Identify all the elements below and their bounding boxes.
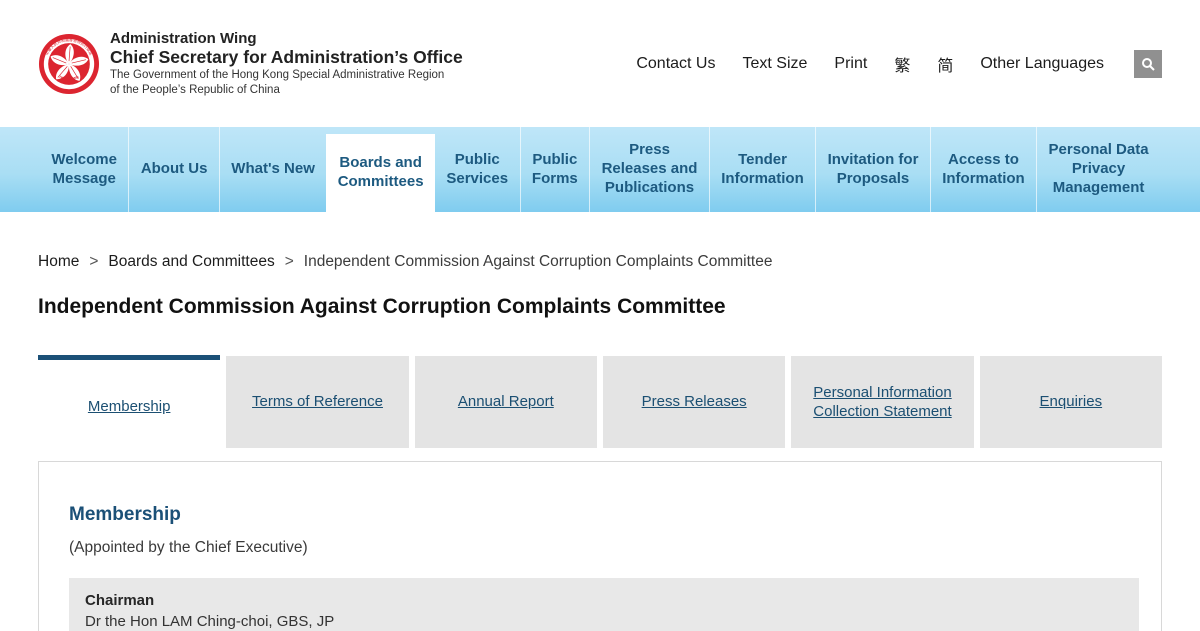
tab-personal-information-collection-statement[interactable]: Personal Information Collection Statemen… bbox=[791, 356, 973, 448]
nav-item-public-services[interactable]: Public Services bbox=[435, 127, 520, 212]
text-size-link[interactable]: Text Size bbox=[742, 55, 807, 73]
nav-item-tender-information[interactable]: Tender Information bbox=[709, 127, 815, 212]
membership-heading: Membership bbox=[69, 504, 1139, 526]
utility-nav: Contact Us Text Size Print 繁 简 Other Lan… bbox=[636, 50, 1162, 78]
role-name: Dr the Hon LAM Ching-choi, GBS, JP bbox=[85, 611, 1123, 631]
brand-department: Administration Wing bbox=[110, 30, 463, 47]
site-brand: Administration Wing Chief Secretary for … bbox=[110, 30, 463, 97]
tab-enquiries[interactable]: Enquiries bbox=[980, 356, 1162, 448]
tab-terms-of-reference-link[interactable]: Terms of Reference bbox=[252, 392, 383, 412]
brand-office: Chief Secretary for Administration’s Off… bbox=[110, 47, 463, 68]
other-languages-link[interactable]: Other Languages bbox=[980, 55, 1104, 73]
lang-traditional-chinese-link[interactable]: 繁 bbox=[894, 52, 910, 76]
role-title: Chairman bbox=[85, 590, 1123, 611]
tab-membership[interactable]: Membership bbox=[38, 355, 220, 453]
tab-annual-report-link[interactable]: Annual Report bbox=[458, 392, 554, 412]
section-tabs: Membership Terms of Reference Annual Rep… bbox=[38, 356, 1162, 453]
nav-item-welcome-message[interactable]: Welcome Message bbox=[40, 127, 128, 212]
print-link[interactable]: Print bbox=[834, 55, 867, 73]
search-button[interactable] bbox=[1134, 50, 1162, 78]
breadcrumb-current-page: Independent Commission Against Corruptio… bbox=[304, 253, 773, 271]
lang-simplified-chinese-link[interactable]: 简 bbox=[937, 52, 953, 76]
search-icon bbox=[1141, 57, 1155, 71]
main-navigation: Welcome Message About Us What's New Boar… bbox=[0, 127, 1200, 212]
contact-us-link[interactable]: Contact Us bbox=[636, 55, 715, 73]
brand-government-line1: The Government of the Hong Kong Special … bbox=[110, 68, 463, 82]
hksar-emblem-logo[interactable]: 中華人民共和國香港特別行政區 HONG KONG bbox=[38, 33, 100, 95]
tab-terms-of-reference[interactable]: Terms of Reference bbox=[226, 356, 408, 448]
nav-item-public-forms[interactable]: Public Forms bbox=[520, 127, 590, 212]
tab-press-releases[interactable]: Press Releases bbox=[603, 356, 785, 448]
nav-item-invitation-for-proposals[interactable]: Invitation for Proposals bbox=[815, 127, 930, 212]
tab-personal-information-collection-statement-link[interactable]: Personal Information Collection Statemen… bbox=[805, 383, 959, 422]
chairman-panel: Chairman Dr the Hon LAM Ching-choi, GBS,… bbox=[69, 578, 1139, 631]
membership-subheading: (Appointed by the Chief Executive) bbox=[69, 539, 1139, 557]
hksar-emblem-icon: 中華人民共和國香港特別行政區 HONG KONG bbox=[38, 33, 100, 95]
nav-item-about-us[interactable]: About Us bbox=[128, 127, 218, 212]
tab-content-panel: Membership (Appointed by the Chief Execu… bbox=[38, 461, 1162, 631]
tab-membership-link[interactable]: Membership bbox=[88, 397, 171, 417]
breadcrumb-boards-link[interactable]: Boards and Committees bbox=[108, 253, 274, 271]
tab-annual-report[interactable]: Annual Report bbox=[415, 356, 597, 448]
nav-item-boards-and-committees[interactable]: Boards and Committees bbox=[326, 134, 435, 212]
breadcrumb-home-link[interactable]: Home bbox=[38, 253, 79, 271]
nav-item-press-releases-and-publications[interactable]: Press Releases and Publications bbox=[589, 127, 709, 212]
nav-item-access-to-information[interactable]: Access to Information bbox=[930, 127, 1036, 212]
breadcrumb: Home > Boards and Committees > Independe… bbox=[38, 253, 1162, 271]
tab-enquiries-link[interactable]: Enquiries bbox=[1040, 392, 1103, 412]
breadcrumb-separator: > bbox=[285, 253, 294, 271]
nav-item-whats-new[interactable]: What's New bbox=[219, 127, 326, 212]
page-title: Independent Commission Against Corruptio… bbox=[38, 295, 1162, 319]
tab-press-releases-link[interactable]: Press Releases bbox=[642, 392, 747, 412]
nav-item-personal-data-privacy-management[interactable]: Personal Data Privacy Management bbox=[1036, 127, 1160, 212]
breadcrumb-separator: > bbox=[89, 253, 98, 271]
brand-government-line2: of the People’s Republic of China bbox=[110, 83, 463, 97]
site-header: 中華人民共和國香港特別行政區 HONG KONG Administration … bbox=[0, 0, 1200, 127]
